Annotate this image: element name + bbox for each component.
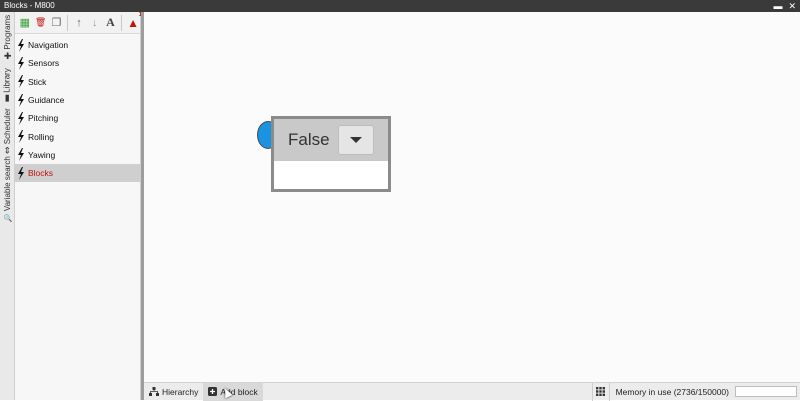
tab-library[interactable]: ▮ Library bbox=[0, 62, 15, 106]
lightning-icon bbox=[18, 56, 24, 70]
search-icon: 🔍 bbox=[3, 215, 12, 222]
lightning-icon bbox=[18, 111, 24, 125]
lightning-icon bbox=[18, 75, 24, 89]
copy-button[interactable]: ❐ bbox=[50, 15, 64, 31]
programs-panel: ▦ 🗑 ❐ ↑ ↓ A ▲ 1 Navigation Sensors bbox=[15, 12, 142, 400]
tree-item-label: Guidance bbox=[28, 95, 65, 106]
add-grid-button[interactable]: ▦ bbox=[18, 15, 32, 31]
arrow-down-icon: ↓ bbox=[91, 16, 98, 29]
tree-item-yawing[interactable]: Yawing bbox=[15, 146, 140, 164]
tab-variable-search[interactable]: 🔍 Variable search bbox=[0, 156, 15, 222]
arrow-up-icon: ↑ bbox=[76, 16, 82, 29]
grid-add-icon: ▦ bbox=[19, 17, 31, 29]
tree-item-label: Rolling bbox=[28, 131, 54, 142]
font-icon: A bbox=[106, 15, 115, 29]
move-up-button[interactable]: ↑ bbox=[72, 15, 86, 31]
block-canvas[interactable]: False bbox=[144, 12, 800, 382]
lightning-icon bbox=[18, 148, 24, 162]
program-tree: Navigation Sensors Stick Guidance Pitchi… bbox=[15, 34, 140, 183]
toolbar-separator bbox=[67, 14, 69, 31]
toolbar-separator bbox=[121, 14, 123, 31]
tab-label: Library bbox=[3, 67, 12, 93]
tab-label: Programs bbox=[3, 14, 13, 50]
panel-toolbar: ▦ 🗑 ❐ ↑ ↓ A ▲ 1 bbox=[15, 12, 142, 34]
hierarchy-icon bbox=[149, 387, 159, 396]
copy-icon: ❐ bbox=[51, 17, 62, 29]
tree-item-pitching[interactable]: Pitching bbox=[15, 109, 140, 127]
arrows-icon: ⇕ bbox=[3, 145, 12, 156]
tree-item-label: Yawing bbox=[28, 149, 56, 160]
minimize-icon[interactable]: ▬ bbox=[773, 0, 782, 12]
tab-programs[interactable]: ✚ Programs bbox=[0, 12, 15, 62]
tree-item-guidance[interactable]: Guidance bbox=[15, 91, 140, 109]
font-button[interactable]: A bbox=[104, 15, 118, 31]
hierarchy-label: Hierarchy bbox=[162, 386, 199, 397]
tree-item-blocks[interactable]: Blocks bbox=[15, 164, 140, 183]
tree-item-label: Sensors bbox=[28, 58, 60, 69]
window-title: Blocks - M800 bbox=[4, 1, 55, 10]
tree-item-label: Blocks bbox=[28, 168, 54, 179]
tree-item-stick[interactable]: Stick bbox=[15, 73, 140, 91]
lightning-icon bbox=[18, 38, 24, 52]
status-bar: Hierarchy Add block Memory in use (2736/… bbox=[144, 382, 800, 401]
block-value: False bbox=[288, 130, 330, 149]
trash-icon: 🗑 bbox=[34, 17, 47, 27]
tree-item-label: Stick bbox=[28, 76, 47, 87]
block-header: False bbox=[274, 119, 388, 161]
warnings-button[interactable]: ▲ 1 bbox=[126, 12, 142, 31]
tab-scheduler[interactable]: ⇕ Scheduler bbox=[0, 106, 15, 156]
hierarchy-button[interactable]: Hierarchy bbox=[144, 383, 203, 401]
window-titlebar: Blocks - M800 ▬ ✕ bbox=[0, 0, 800, 12]
memory-usage-bar bbox=[735, 386, 797, 397]
value-dropdown-button[interactable] bbox=[338, 125, 374, 155]
tree-item-label: Navigation bbox=[28, 40, 69, 51]
memory-usage-label: Memory in use (2736/150000) bbox=[615, 386, 729, 397]
grid-toggle-button[interactable] bbox=[591, 382, 610, 401]
close-icon[interactable]: ✕ bbox=[788, 0, 796, 12]
add-icon bbox=[208, 387, 218, 396]
tree-item-rolling[interactable]: Rolling bbox=[15, 127, 140, 145]
book-icon: ▮ bbox=[5, 92, 10, 103]
tab-label: Scheduler bbox=[3, 107, 13, 144]
move-down-button[interactable]: ↓ bbox=[88, 15, 102, 31]
add-block-button[interactable]: Add block bbox=[203, 382, 263, 401]
constant-block[interactable]: False bbox=[271, 116, 391, 192]
chevron-down-icon bbox=[350, 137, 362, 143]
vertical-tab-strip: ✚ Programs ▮ Library ⇕ Scheduler 🔍 Varia… bbox=[0, 12, 15, 400]
tab-label: Variable search bbox=[3, 155, 12, 211]
lightning-icon bbox=[18, 130, 24, 144]
plus-icon: ✚ bbox=[3, 50, 12, 61]
lightning-icon bbox=[18, 93, 24, 107]
tree-item-navigation[interactable]: Navigation bbox=[15, 36, 140, 54]
tree-item-sensors[interactable]: Sensors bbox=[15, 54, 140, 72]
lightning-icon bbox=[18, 166, 24, 180]
tree-item-label: Pitching bbox=[28, 113, 59, 124]
grid-icon bbox=[596, 387, 606, 396]
delete-button[interactable]: 🗑 bbox=[34, 15, 48, 31]
warning-icon: ▲ bbox=[127, 15, 140, 30]
